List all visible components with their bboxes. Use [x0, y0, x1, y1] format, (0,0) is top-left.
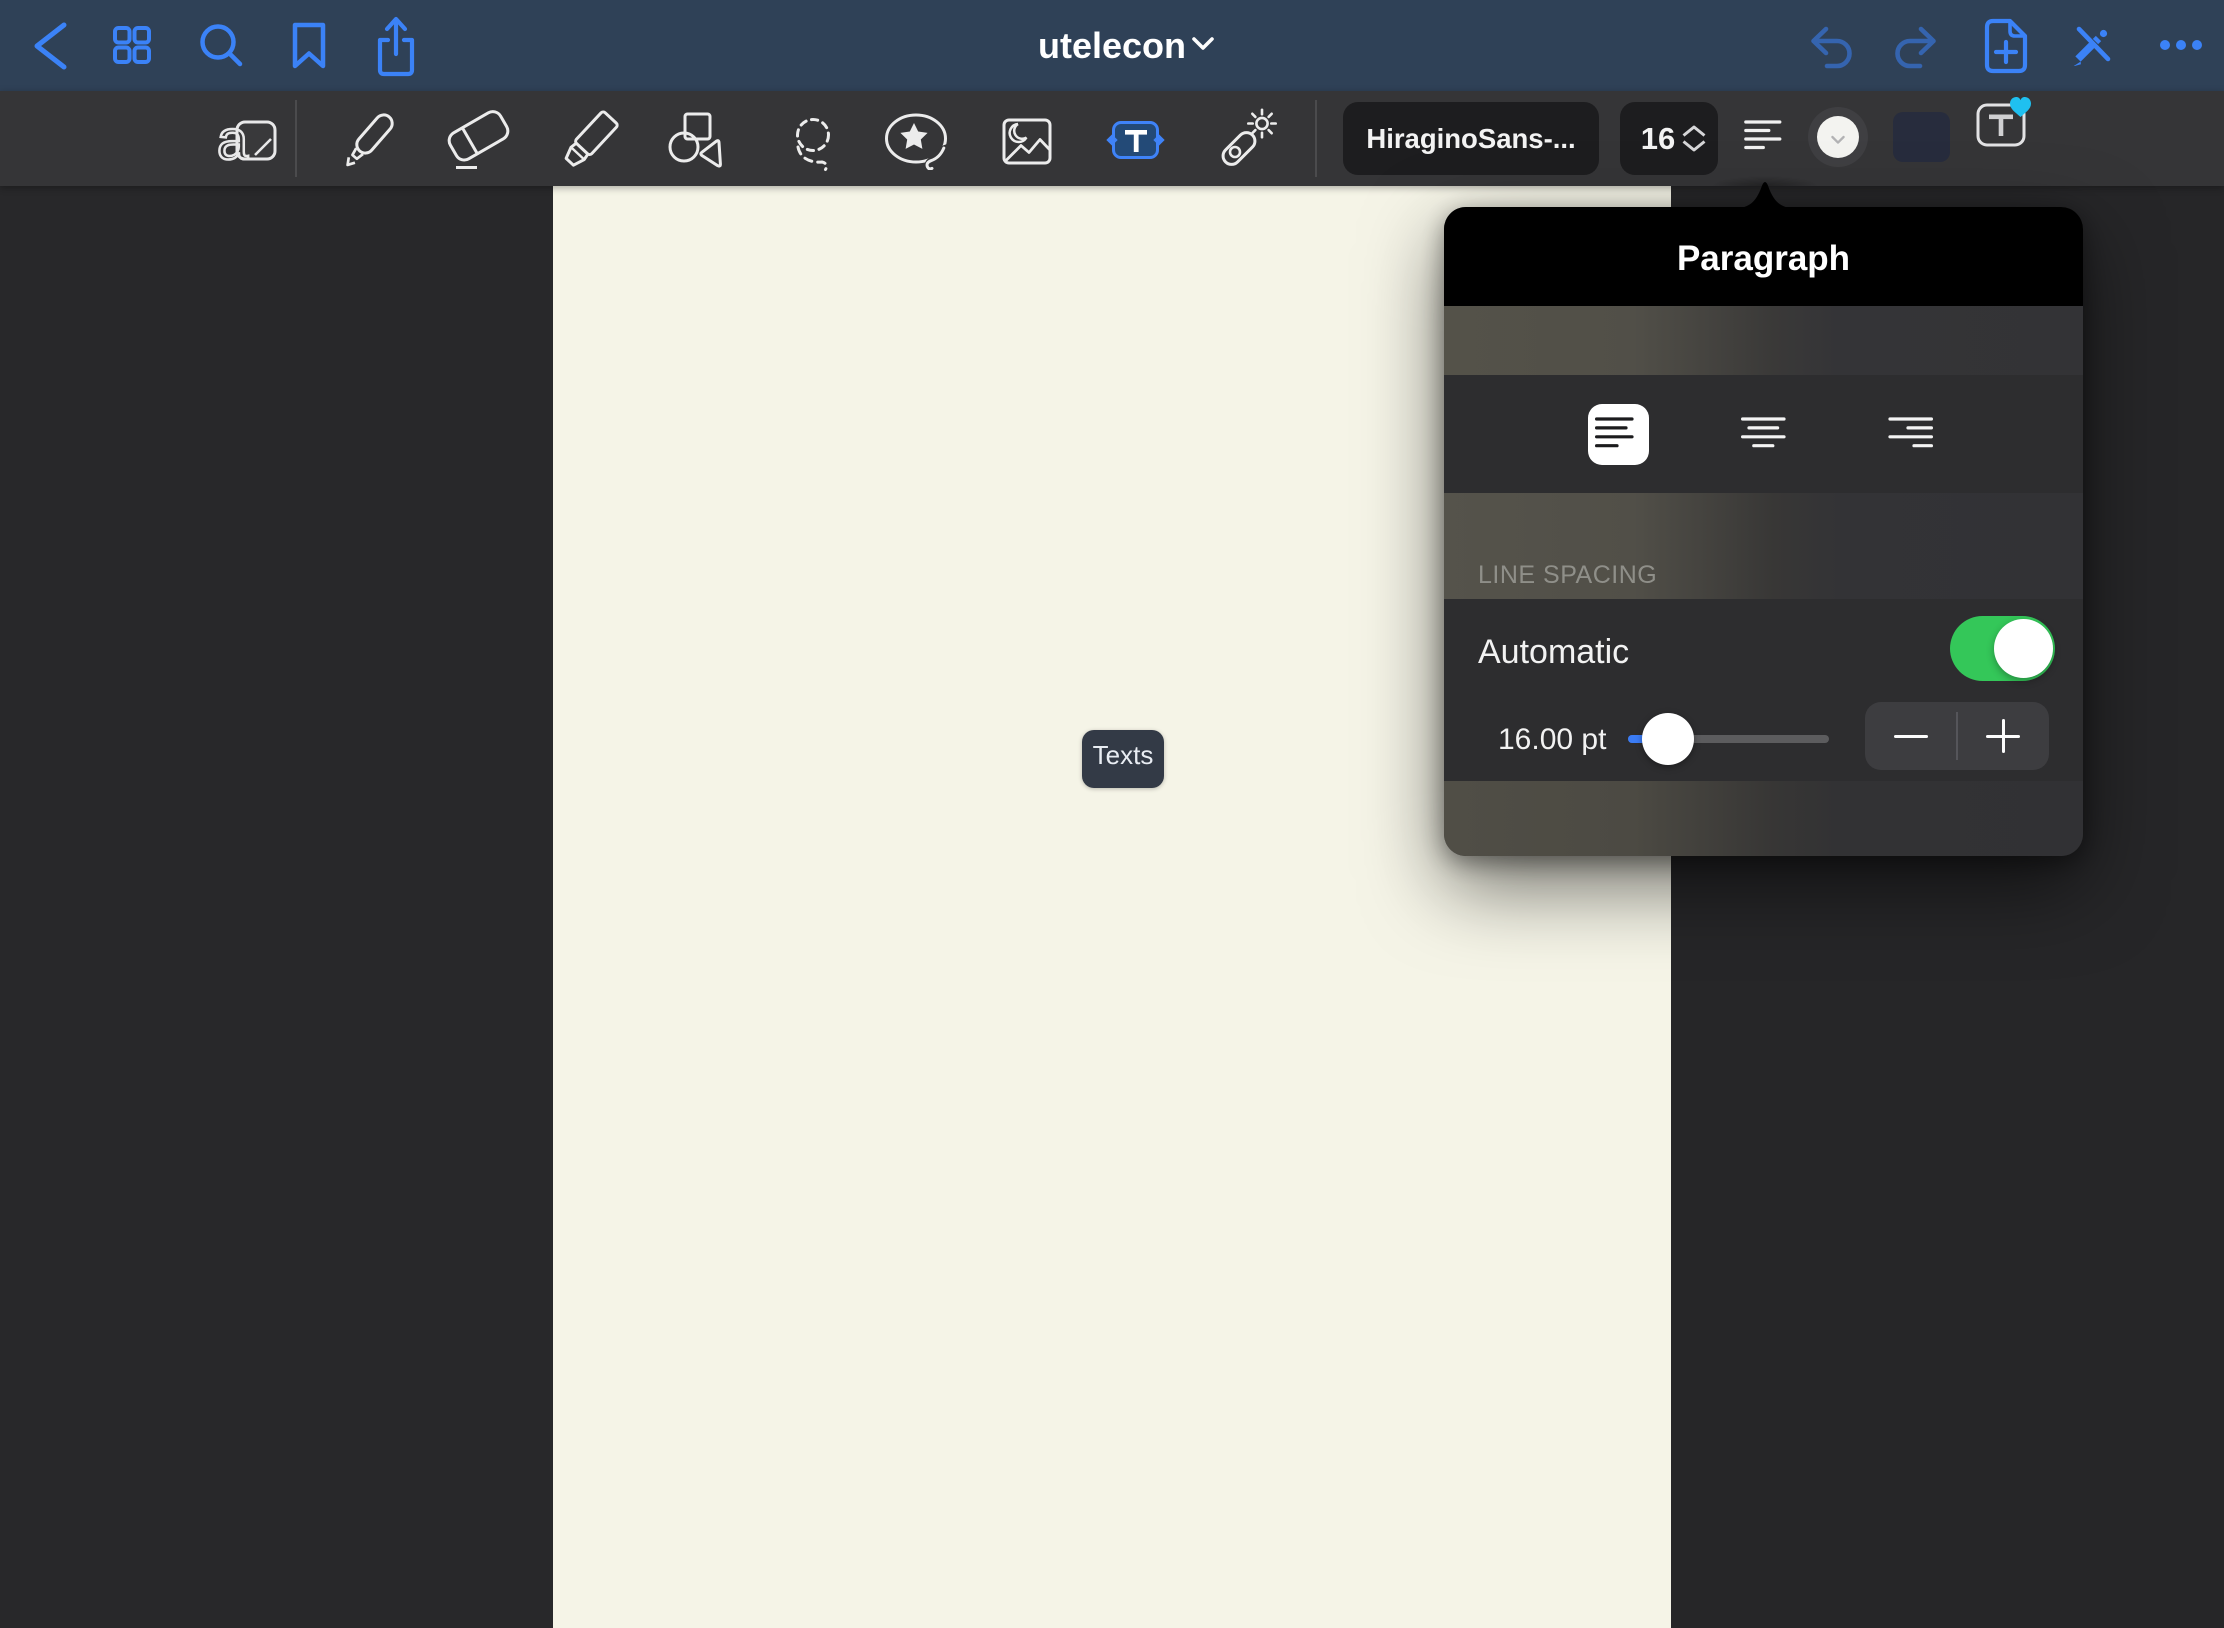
svg-text:a: a [217, 115, 249, 165]
